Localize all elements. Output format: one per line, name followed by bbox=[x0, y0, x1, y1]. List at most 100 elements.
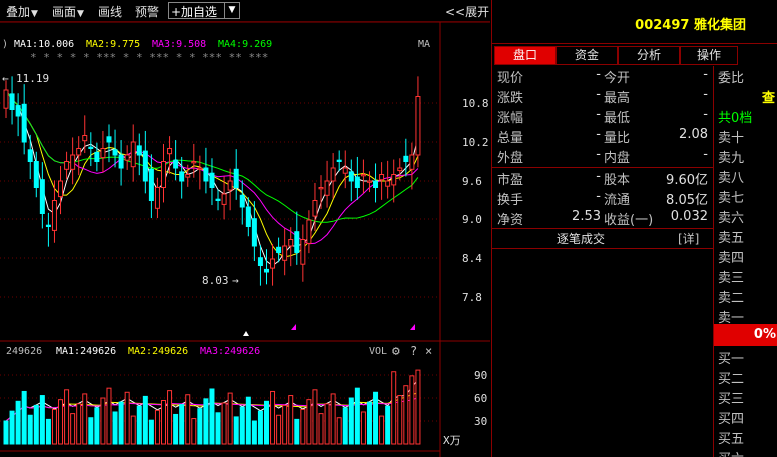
candle-down bbox=[118, 154, 124, 169]
overlay-button[interactable]: 叠加▼ bbox=[6, 3, 38, 20]
candle-down bbox=[15, 105, 21, 117]
quote-value: 2.53 bbox=[572, 209, 601, 224]
candle-down bbox=[203, 167, 209, 182]
tab-analysis[interactable]: 分析 bbox=[618, 46, 680, 65]
tick-trades-link[interactable]: 逐笔成交 bbox=[557, 230, 605, 247]
volume-bar bbox=[227, 392, 233, 445]
volume-bar bbox=[154, 409, 160, 445]
volume-bar bbox=[324, 403, 330, 445]
volume-bar bbox=[64, 389, 70, 445]
volume-bar bbox=[318, 413, 324, 445]
caret-down-icon: ▼ bbox=[31, 9, 38, 19]
y-tick-label: 9.0 bbox=[462, 213, 482, 226]
quote-row: 换手 - 流通 8.05亿 bbox=[492, 188, 713, 208]
tab-order-book[interactable]: 盘口 bbox=[494, 46, 556, 65]
high-marker-arrow: ← bbox=[2, 72, 9, 85]
candle-up bbox=[64, 161, 70, 170]
quote-value: - bbox=[596, 107, 601, 122]
volume-bar bbox=[70, 413, 76, 445]
volume-bar bbox=[45, 418, 51, 445]
expand-button[interactable]: <<展开 bbox=[445, 3, 489, 20]
quote-label: 今开 bbox=[604, 71, 631, 86]
candle-down bbox=[209, 172, 215, 188]
volume-bar bbox=[88, 417, 94, 445]
tick-trades-row[interactable]: 逐笔成交 [详] bbox=[492, 228, 713, 248]
candle-up bbox=[385, 180, 391, 187]
signal-flag-icon bbox=[291, 324, 296, 330]
quote-value: - bbox=[596, 189, 601, 204]
volume-bar bbox=[373, 391, 379, 445]
volume-bar bbox=[106, 387, 112, 445]
volume-bar bbox=[342, 407, 348, 445]
candle-down bbox=[33, 161, 39, 188]
signal-flag-icon bbox=[410, 324, 415, 330]
volume-bar bbox=[130, 415, 136, 445]
chevron-down-icon[interactable]: ▼ bbox=[224, 3, 239, 18]
chart-area[interactable]: ) MA1:10.006 MA2:9.775 MA3:9.508 MA4:9.2… bbox=[0, 22, 490, 457]
order-ratio-label: 委比 bbox=[718, 71, 745, 86]
volume-bar bbox=[100, 397, 106, 445]
tick-trades-detail-link[interactable]: [详] bbox=[678, 230, 699, 247]
alert-button[interactable]: 预警 bbox=[135, 3, 159, 20]
volume-bar bbox=[300, 409, 306, 445]
quote-value: 8.05亿 bbox=[666, 193, 708, 208]
vol-y-tick-label: 90 bbox=[474, 369, 487, 382]
overlay-label: 叠加 bbox=[6, 5, 31, 19]
tab-capital[interactable]: 资金 bbox=[556, 46, 618, 65]
draw-line-button[interactable]: 画线 bbox=[98, 3, 122, 20]
candle-down bbox=[245, 206, 251, 227]
quote-label: 净资 bbox=[497, 213, 524, 228]
volume-bar bbox=[270, 390, 276, 445]
vol-indicator-label[interactable]: VOL bbox=[369, 346, 387, 357]
vol-y-tick-label: 30 bbox=[474, 415, 487, 428]
quote-panel: 002497 雅化集团 盘口 资金 分析 操作 现价 - 今开 - 涨跌 - 最高 - 涨幅 - 最… bbox=[491, 0, 777, 457]
quote-label: 最低 bbox=[604, 111, 631, 126]
kline-chart[interactable]: ) MA1:10.006 MA2:9.775 MA3:9.508 MA4:9.2… bbox=[0, 22, 490, 457]
volume-bar bbox=[245, 396, 251, 445]
volume-value: 249626 bbox=[6, 346, 42, 357]
tab-operation[interactable]: 操作 bbox=[680, 46, 738, 65]
candle-down bbox=[373, 180, 379, 188]
candle-up bbox=[167, 148, 173, 155]
quote-row: 涨跌 - 最高 - bbox=[492, 86, 713, 106]
ma-header-prefix: ) bbox=[2, 39, 8, 50]
volume-bar bbox=[239, 406, 245, 445]
gear-icon[interactable]: ⚙ bbox=[392, 344, 400, 359]
query-button[interactable]: 查 bbox=[762, 87, 775, 106]
quote-row: 市盈 - 股本 9.60亿 bbox=[492, 168, 713, 188]
candle-down bbox=[276, 246, 282, 254]
candle-up bbox=[330, 167, 336, 182]
close-icon[interactable]: × bbox=[425, 344, 432, 358]
quote-label: 收益(一) bbox=[604, 213, 654, 228]
candle-up bbox=[124, 154, 130, 161]
candle-down bbox=[257, 257, 263, 267]
stock-header: 002497 雅化集团 bbox=[492, 0, 777, 44]
volume-bar bbox=[263, 400, 269, 445]
add-favorite-button[interactable]: +加自选 ▼ bbox=[168, 2, 240, 19]
stock-title: 002497 雅化集团 bbox=[635, 14, 746, 33]
sell-level-label: 卖五 bbox=[718, 231, 745, 246]
candle-up bbox=[409, 154, 415, 170]
quote-label: 现价 bbox=[497, 71, 524, 86]
candle-up bbox=[76, 148, 82, 156]
buy-level-label: 买四 bbox=[718, 412, 745, 427]
volume-unit-label: X万 bbox=[443, 434, 461, 447]
candle-down bbox=[348, 171, 354, 182]
candle-up bbox=[3, 89, 9, 109]
candle-down bbox=[142, 150, 148, 182]
help-icon[interactable]: ? bbox=[410, 344, 417, 358]
candle-up bbox=[161, 161, 167, 188]
quote-label: 总量 bbox=[497, 131, 524, 146]
candle-up bbox=[415, 96, 421, 156]
vol-ma3: MA3:249626 bbox=[200, 346, 260, 357]
vol-ma1: MA1:249626 bbox=[56, 346, 116, 357]
candle-up bbox=[282, 245, 288, 261]
quote-value: - bbox=[703, 107, 708, 122]
candle-down bbox=[106, 136, 112, 143]
volume-bar bbox=[354, 387, 360, 445]
quote-value: - bbox=[596, 127, 601, 142]
quote-label: 最高 bbox=[604, 91, 631, 106]
layout-button[interactable]: 画面▼ bbox=[52, 3, 84, 20]
volume-bar bbox=[173, 413, 179, 445]
volume-bar bbox=[58, 399, 64, 445]
